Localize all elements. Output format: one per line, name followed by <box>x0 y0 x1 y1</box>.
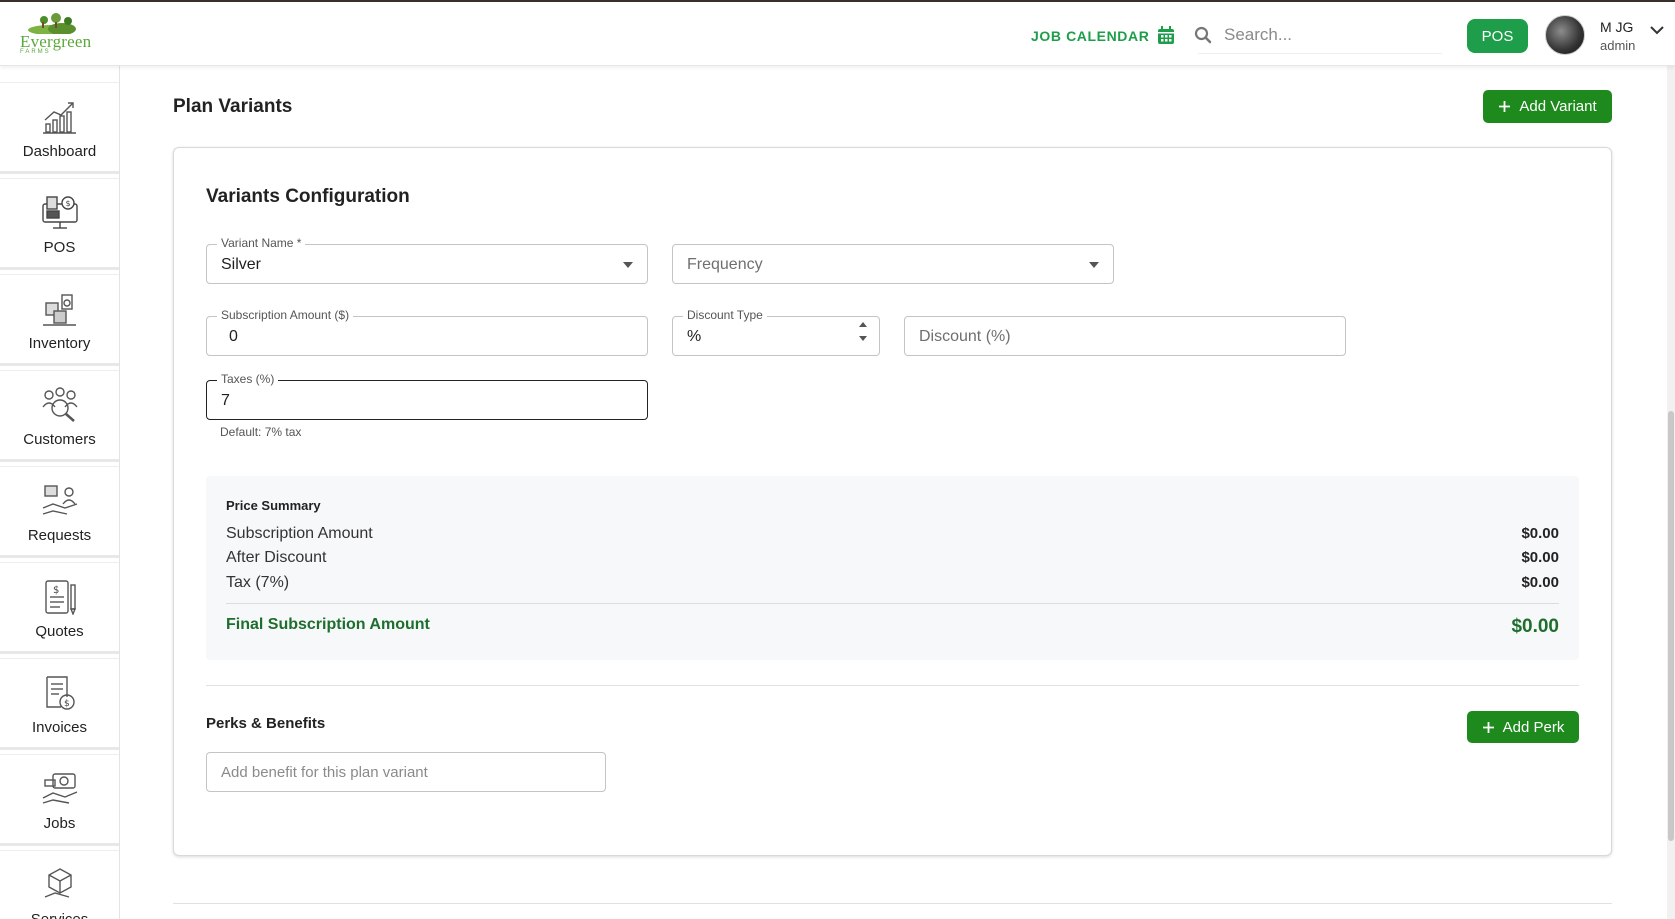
job-calendar-label: JOB CALENDAR <box>1031 27 1150 44</box>
job-calendar-link[interactable]: JOB CALENDAR <box>1031 26 1175 45</box>
user-role: admin <box>1600 38 1636 53</box>
top-header: Evergreen FARMS JOB CALENDAR Search... P… <box>0 2 1675 66</box>
bottom-divider <box>173 903 1612 904</box>
search-icon <box>1194 26 1212 43</box>
variant-name-label: Variant Name * <box>217 236 306 250</box>
frequency-placeholder: Frequency <box>687 256 763 273</box>
taxes-field[interactable]: Taxes (%) 7 <box>206 372 648 420</box>
summary-row-label: Subscription Amount <box>226 525 373 542</box>
logo-hills-icon <box>28 13 76 34</box>
invoices-icon: $ <box>45 676 75 710</box>
sidebar-item-label: POS <box>43 239 76 256</box>
final-amount-value: $0.00 <box>1511 616 1559 637</box>
subscription-amount-label: Subscription Amount ($) <box>217 308 354 322</box>
sidebar-item-label: Jobs <box>43 815 76 832</box>
add-perk-button[interactable]: Add Perk <box>1467 711 1579 743</box>
chart-icon <box>42 102 76 134</box>
variant-name-select[interactable]: Variant Name * Silver <box>206 236 648 284</box>
avatar[interactable] <box>1545 15 1585 55</box>
taxes-helper-text: Default: 7% tax <box>220 425 302 439</box>
perks-title: Perks & Benefits <box>206 715 326 732</box>
summary-row-value: $0.00 <box>1521 549 1559 566</box>
summary-row-label: Tax (7%) <box>226 574 290 591</box>
variant-name-value: Silver <box>221 256 262 273</box>
caret-down-icon <box>623 262 633 268</box>
logo-subtitle: FARMS <box>20 49 51 55</box>
discount-field[interactable]: Discount (%) <box>904 316 1346 356</box>
subscription-amount-value: 0 <box>229 328 238 345</box>
chevron-down-icon[interactable] <box>1650 26 1664 35</box>
card-title: Variants Configuration <box>206 186 410 207</box>
stepper-arrows[interactable] <box>859 322 867 341</box>
summary-row-label: After Discount <box>226 549 327 566</box>
inventory-icon <box>42 294 76 326</box>
search-placeholder: Search... <box>1224 24 1293 44</box>
price-summary: Price Summary Subscription Amount $0.00 … <box>206 476 1579 660</box>
sidebar-item-label: Dashboard <box>22 143 97 160</box>
user-name: M JG <box>1600 19 1634 35</box>
calendar-icon <box>1158 26 1175 44</box>
pos-button[interactable]: POS <box>1467 19 1528 53</box>
arrow-up-icon[interactable] <box>859 322 867 327</box>
plus-icon <box>1499 101 1511 112</box>
customers-icon <box>41 387 78 422</box>
sidebar-item-customers[interactable]: Customers <box>0 370 119 462</box>
sidebar-item-jobs[interactable]: Jobs <box>0 754 119 846</box>
sidebar-item-label: Quotes <box>35 623 84 640</box>
add-variant-label: Add Variant <box>1519 98 1597 115</box>
sidebar-item-invoices[interactable]: $ Invoices <box>0 658 119 750</box>
scrollbar-thumb[interactable] <box>1668 411 1674 841</box>
summary-row-value: $0.00 <box>1521 574 1559 591</box>
final-amount-row: Final Subscription Amount $0.00 <box>226 616 1559 638</box>
perk-input-placeholder: Add benefit for this plan variant <box>221 764 428 781</box>
discount-type-select[interactable]: Discount Type % <box>672 308 880 356</box>
sidebar: Dashboard $ POS Inventory Customers Requ… <box>0 66 120 919</box>
discount-type-value: % <box>687 328 702 345</box>
sidebar-item-quotes[interactable]: $ Quotes <box>0 562 119 654</box>
sidebar-item-pos[interactable]: $ POS <box>0 178 119 270</box>
summary-row-value: $0.00 <box>1521 525 1559 542</box>
requests-icon <box>42 485 77 515</box>
discount-type-label: Discount Type <box>683 308 767 322</box>
add-perk-label: Add Perk <box>1502 718 1565 736</box>
subscription-amount-field[interactable]: Subscription Amount ($) 0 <box>206 308 648 356</box>
summary-row: Subscription Amount $0.00 <box>226 525 1559 543</box>
sidebar-item-label: Inventory <box>28 335 91 352</box>
page-title: Plan Variants <box>173 96 293 117</box>
frequency-select[interactable]: Frequency <box>672 244 1114 284</box>
pos-terminal-icon: $ <box>41 196 78 229</box>
sidebar-item-requests[interactable]: Requests <box>0 466 119 558</box>
services-icon <box>44 868 72 898</box>
quotes-icon: $ <box>44 580 76 615</box>
sidebar-item-label: Customers <box>23 431 96 448</box>
summary-row: Tax (7%) $0.00 <box>226 574 1559 592</box>
summary-divider <box>226 603 1559 604</box>
evergreen-logo[interactable]: Evergreen FARMS <box>18 12 98 58</box>
price-summary-title: Price Summary <box>226 498 321 513</box>
user-menu[interactable]: M JG admin <box>1600 19 1635 53</box>
scrollbar[interactable] <box>1667 66 1675 919</box>
sidebar-item-services[interactable]: Services <box>0 850 119 919</box>
caret-down-icon <box>1089 262 1099 268</box>
sidebar-item-dashboard[interactable]: Dashboard <box>0 82 119 174</box>
final-amount-label: Final Subscription Amount <box>226 616 430 633</box>
jobs-icon <box>42 773 77 804</box>
taxes-label: Taxes (%) <box>217 372 279 386</box>
sidebar-item-inventory[interactable]: Inventory <box>0 274 119 366</box>
svg-text:$: $ <box>53 585 59 596</box>
sidebar-item-label: Services <box>31 911 89 919</box>
svg-text:$: $ <box>65 199 70 208</box>
sidebar-item-label: Requests <box>27 527 92 544</box>
discount-placeholder: Discount (%) <box>919 328 1011 345</box>
plus-icon <box>1482 721 1494 733</box>
sidebar-item-label: Invoices <box>31 719 88 736</box>
taxes-value: 7 <box>221 392 230 409</box>
arrow-down-icon[interactable] <box>859 336 867 341</box>
svg-text:$: $ <box>64 699 70 709</box>
summary-row: After Discount $0.00 <box>226 549 1559 567</box>
search-input[interactable]: Search... <box>1194 16 1442 54</box>
section-divider <box>206 685 1579 686</box>
add-variant-button[interactable]: Add Variant <box>1483 90 1612 123</box>
perk-input[interactable]: Add benefit for this plan variant <box>206 752 606 792</box>
